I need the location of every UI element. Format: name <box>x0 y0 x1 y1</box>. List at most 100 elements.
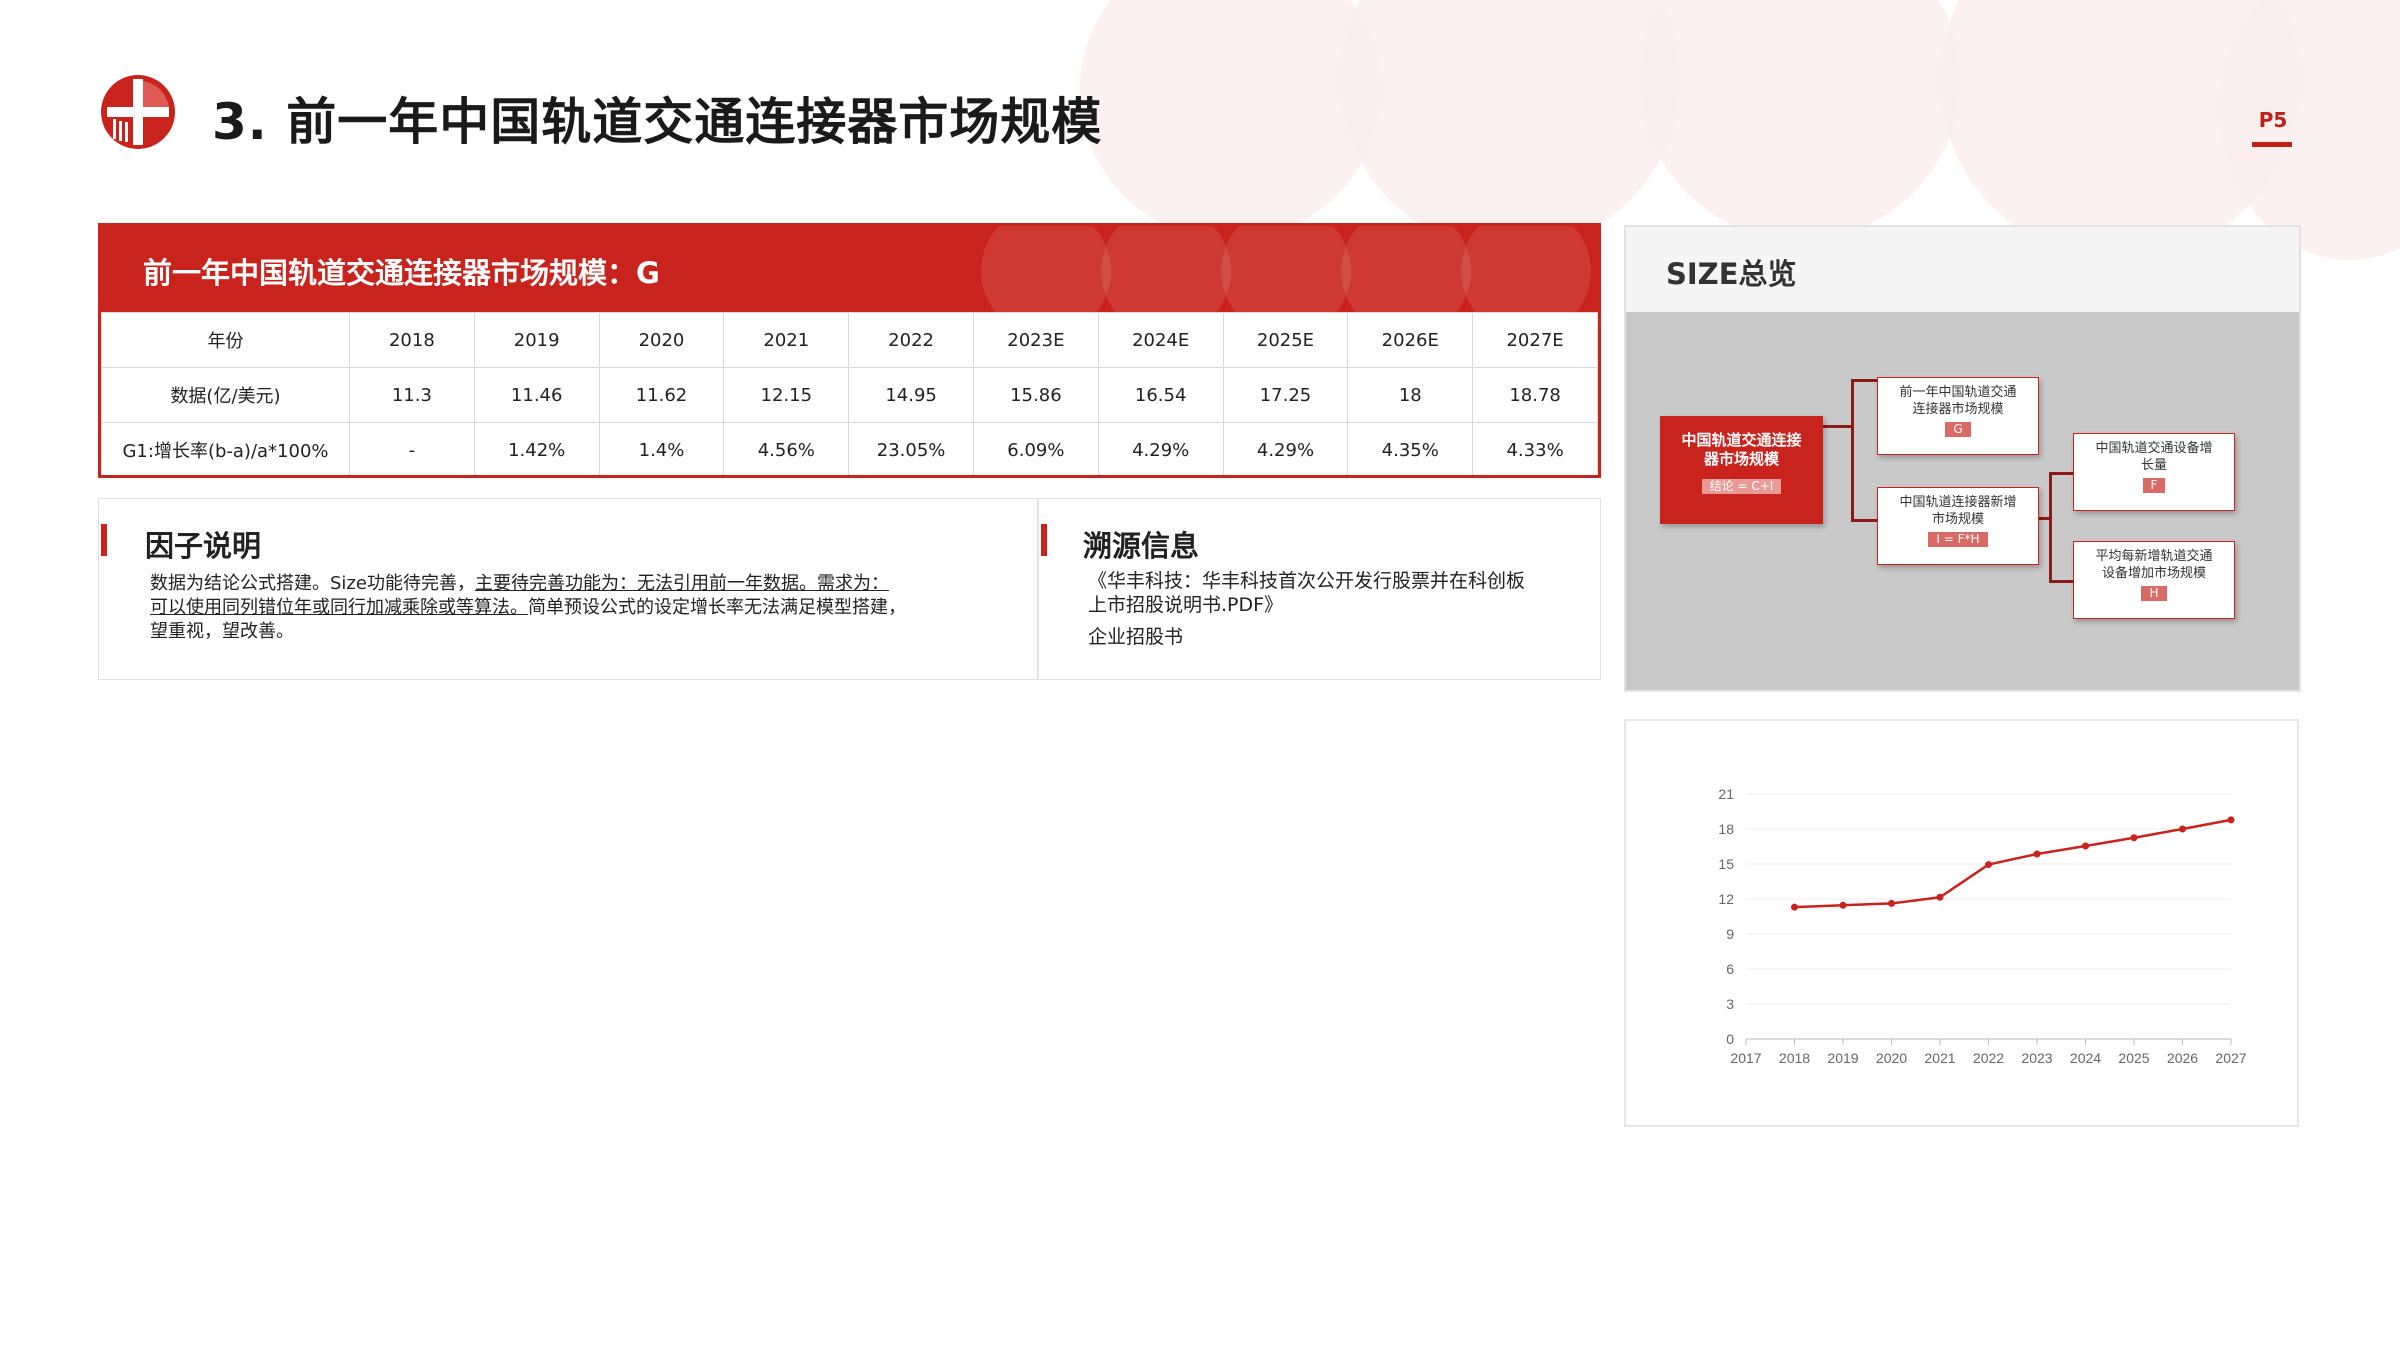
factor-explanation-panel: 因子说明 数据为结论公式搭建。Size功能待完善，主要待完善功能为：无法引用前一… <box>98 498 1038 680</box>
source-title: 溯源信息 <box>1083 529 1200 563</box>
table-title: 前一年中国轨道交通连接器市场规模：G <box>143 256 660 290</box>
data-point <box>1791 903 1798 911</box>
y-tick-label: 21 <box>1718 786 1734 802</box>
factor-text-part: 数据为结论公式搭建。Size功能待完善， <box>150 573 475 594</box>
section-marker <box>1041 524 1047 556</box>
node-i: 中国轨道连接器新增 市场规模 I = F*H <box>1877 487 2039 565</box>
data-point <box>2033 850 2041 858</box>
y-tick-label: 0 <box>1726 1031 1734 1047</box>
x-tick-label: 2017 <box>1730 1050 1761 1066</box>
x-tick-label: 2018 <box>1779 1050 1810 1066</box>
company-logo-icon <box>101 75 175 149</box>
table-cell: 14.95 <box>848 367 974 423</box>
node-g: 前一年中国轨道交通 连接器市场规模 G <box>1877 377 2039 455</box>
table-cell: 1.4% <box>598 422 725 475</box>
table-cell: 4.56% <box>723 422 850 475</box>
market-size-chart-panel: 0 3 6 9 12 15 18 21 2017 2018 2019 2020 2021 2022 2023… <box>1624 719 2299 1127</box>
factor-text-part: 简单预设公式的设定增长率无法满足模型搭建， <box>528 597 906 618</box>
node-f-formula: F <box>2142 478 2166 493</box>
node-h-formula: H <box>2141 586 2167 601</box>
x-tick-label: 2019 <box>1827 1050 1858 1066</box>
table-cell: - <box>349 422 475 475</box>
table-cell: 11.62 <box>598 367 725 423</box>
table-cell: 4.29% <box>1097 422 1224 475</box>
table-header-row: 年份 2018 2019 2020 2021 2022 2023E 2024E … <box>101 312 1598 368</box>
table-cell: 23.05% <box>848 422 974 475</box>
column-header: 2019 <box>473 312 600 368</box>
table-cell: 4.35% <box>1347 422 1474 475</box>
table-cell: 16.54 <box>1097 367 1224 423</box>
source-type: 企业招股书 <box>1088 626 1184 648</box>
y-tick-label: 12 <box>1718 891 1734 907</box>
data-point <box>1888 899 1895 907</box>
y-tick-label: 9 <box>1726 926 1734 942</box>
source-info-panel: 溯源信息 《华丰科技：华丰科技首次公开发行股票并在科创板 上市招股说明书.PDF… <box>1038 498 1601 680</box>
size-overview-panel: SIZE总览 中国轨道交通连接 器市场规模 结论 = C+I 前一年中国轨道交通连… <box>1624 225 2301 692</box>
data-point <box>2179 825 2186 833</box>
table-cell: 11.3 <box>349 367 475 423</box>
x-tick-label: 2024 <box>2070 1050 2101 1066</box>
table-cell: 18 <box>1347 367 1474 423</box>
table-cell: 4.29% <box>1222 422 1349 475</box>
data-point <box>2227 816 2235 824</box>
factor-title: 因子说明 <box>145 529 262 563</box>
x-tick-label: 2021 <box>1924 1050 1955 1066</box>
node-h: 平均每新增轨道交通 设备增加市场规模 H <box>2073 541 2235 619</box>
data-point <box>1839 901 1847 909</box>
table-row: G1:增长率(b-a)/a*100% - 1.42% 1.4% 4.56% 23… <box>101 422 1598 475</box>
y-tick-label: 3 <box>1726 996 1734 1012</box>
table-cell: 11.46 <box>473 367 600 423</box>
table-cell: 4.33% <box>1472 422 1598 475</box>
x-tick-label: 2023 <box>2021 1050 2052 1066</box>
root-formula: 结论 = C+I <box>1701 479 1782 494</box>
factor-text-part: 望重视，望改善。 <box>150 621 294 642</box>
table-cell: 12.15 <box>723 367 850 423</box>
market-size-table-panel: 前一年中国轨道交通连接器市场规模：G 年份 2018 2019 2020 202… <box>98 223 1601 478</box>
row-label: G1:增长率(b-a)/a*100% <box>101 422 350 475</box>
table-cell: 18.78 <box>1472 367 1598 423</box>
table-cell: 15.86 <box>972 367 1099 423</box>
column-header: 2020 <box>598 312 725 368</box>
column-header: 2026E <box>1347 312 1474 368</box>
column-header: 2018 <box>349 312 475 368</box>
column-header: 2027E <box>1472 312 1598 368</box>
size-formula-tree: 中国轨道交通连接 器市场规模 结论 = C+I 前一年中国轨道交通 连接器市场规模 … <box>1626 312 2299 690</box>
table-header-bar: 前一年中国轨道交通连接器市场规模：G <box>101 226 1598 312</box>
column-header: 2022 <box>848 312 974 368</box>
y-tick-label: 6 <box>1726 961 1734 977</box>
source-document-line: 上市招股说明书.PDF》 <box>1088 594 1284 616</box>
x-tick-label: 2026 <box>2167 1050 2198 1066</box>
factor-text-underlined: 主要待完善功能为：无法引用前一年数据。需求为： <box>474 573 889 594</box>
y-tick-label: 15 <box>1718 856 1734 872</box>
table-cell: 6.09% <box>972 422 1099 475</box>
x-tick-label: 2022 <box>1973 1050 2004 1066</box>
data-point <box>2082 842 2089 850</box>
x-tick-label: 2027 <box>2215 1050 2246 1066</box>
source-document-line: 《华丰科技：华丰科技首次公开发行股票并在科创板 <box>1088 570 1526 592</box>
data-point <box>2130 834 2138 842</box>
factor-text-underlined: 可以使用同列错位年或同行加减乘除或等算法。 <box>150 597 528 618</box>
market-size-table: 年份 2018 2019 2020 2021 2022 2023E 2024E … <box>101 312 1598 475</box>
node-g-formula: G <box>1945 422 1971 437</box>
table-cell: 1.42% <box>473 422 600 475</box>
x-tick-label: 2025 <box>2118 1050 2149 1066</box>
row-label: 数据(亿/美元) <box>101 367 350 423</box>
table-cell: 17.25 <box>1222 367 1349 423</box>
page-title: 3. 前一年中国轨道交通连接器市场规模 <box>212 93 1103 151</box>
page-number: P5 <box>2258 108 2288 132</box>
factor-text: 数据为结论公式搭建。Size功能待完善，主要待完善功能为：无法引用前一年数据。需… <box>150 572 1000 644</box>
column-header: 2023E <box>972 312 1099 368</box>
column-header: 年份 <box>101 312 350 368</box>
x-tick-label: 2020 <box>1876 1050 1907 1066</box>
page-number-underline <box>2252 142 2292 147</box>
column-header: 2024E <box>1097 312 1224 368</box>
root-node: 中国轨道交通连接 器市场规模 结论 = C+I <box>1660 416 1823 524</box>
y-tick-label: 18 <box>1718 821 1734 837</box>
size-title: SIZE总览 <box>1666 257 1797 291</box>
market-size-line-chart: 0 3 6 9 12 15 18 21 2017 2018 2019 2020 2021 2022 2023… <box>1718 786 2246 1066</box>
table-row: 数据(亿/美元) 11.3 11.46 11.62 12.15 14.95 15… <box>101 367 1598 423</box>
node-i-formula: I = F*H <box>1928 532 1988 547</box>
section-marker <box>101 524 107 556</box>
column-header: 2025E <box>1222 312 1349 368</box>
data-point <box>1985 861 1992 869</box>
